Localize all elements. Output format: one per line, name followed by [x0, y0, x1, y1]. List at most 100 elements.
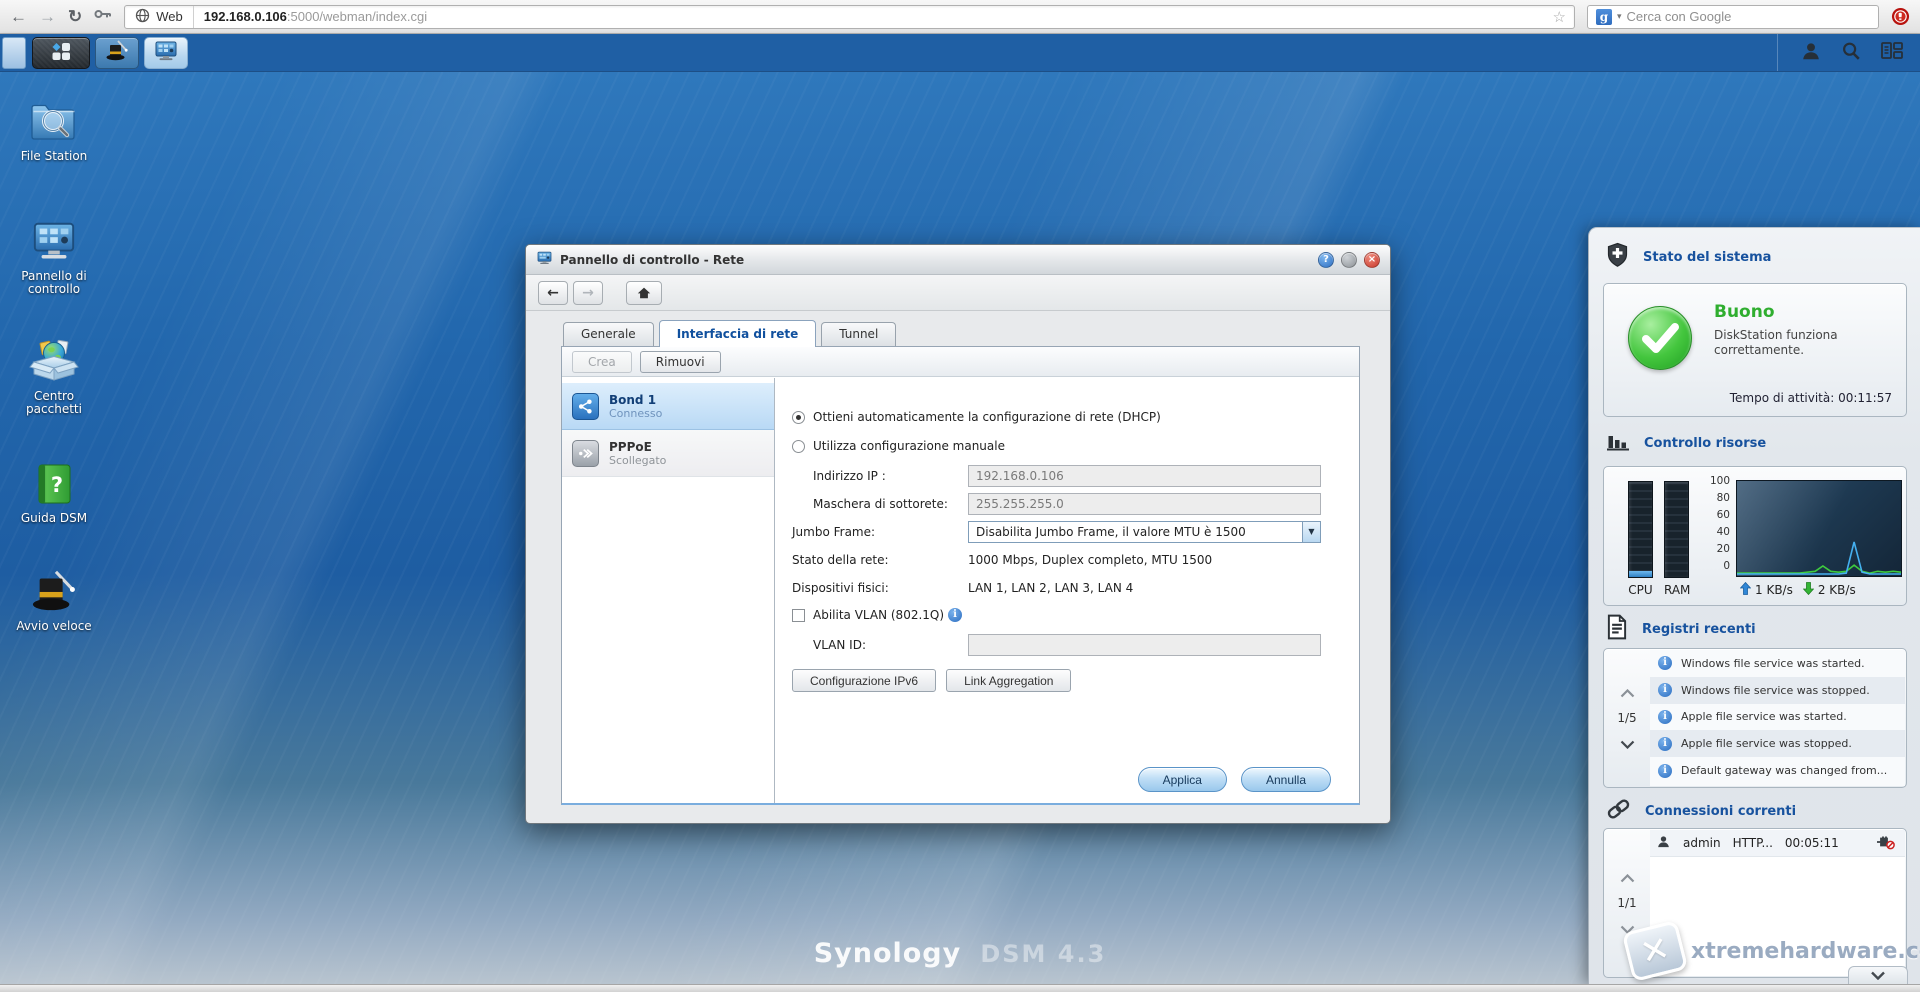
ram-label: RAM	[1664, 583, 1689, 597]
window-minimize-button[interactable]	[1341, 252, 1357, 268]
desktop-icon-quick-start[interactable]: Avvio veloce	[8, 564, 100, 633]
system-status-description: DiskStation funziona correttamente.	[1714, 328, 1884, 358]
adblock-icon[interactable]	[1891, 7, 1910, 26]
vlan-info-icon[interactable]: i	[948, 608, 962, 622]
bond-interface-icon	[572, 393, 599, 420]
log-entry[interactable]: i Apple file service was started.	[1650, 704, 1905, 731]
network-status-value: 1000 Mbps, Duplex completo, MTU 1500	[968, 553, 1212, 567]
network-status-label: Stato della rete:	[792, 553, 968, 567]
window-home-button[interactable]	[626, 281, 662, 305]
apply-button[interactable]: Applica	[1138, 767, 1227, 792]
link-aggregation-button[interactable]: Link Aggregation	[946, 669, 1071, 692]
remove-button[interactable]: Rimuovi	[640, 351, 721, 373]
tab-interfaccia-di-rete[interactable]: Interfaccia di rete	[659, 320, 817, 347]
jumbo-frame-select[interactable]: Disabilita Jumbo Frame, il valore MTU è …	[968, 521, 1321, 543]
dhcp-radio-label: Ottieni automaticamente la configurazion…	[813, 410, 1161, 424]
window-body: Generale Interfaccia di rete Tunnel Crea…	[561, 319, 1360, 805]
info-icon: i	[1658, 764, 1672, 778]
connections-header: Connessioni correnti	[1605, 798, 1796, 824]
resource-monitor-header: Controllo risorse	[1605, 430, 1766, 456]
tab-generale[interactable]: Generale	[563, 322, 654, 346]
window-forward-button[interactable]: →	[573, 281, 603, 305]
pager-up-icon[interactable]	[1620, 683, 1635, 702]
site-identity[interactable]: Web	[131, 6, 194, 28]
url-bar[interactable]: Web 192.168.0.106:5000/webman/index.cgi …	[124, 5, 1575, 29]
log-entries: i Windows file service was started. i Wi…	[1650, 650, 1905, 786]
user-icon[interactable]	[1800, 40, 1822, 62]
interface-name: Bond 1	[609, 393, 662, 407]
package-center-icon	[8, 334, 100, 384]
log-entry[interactable]: i Windows file service was stopped.	[1650, 677, 1905, 704]
log-entry[interactable]: i Windows file service was started.	[1650, 650, 1905, 677]
log-entry[interactable]: i Apple file service was stopped.	[1650, 730, 1905, 757]
ip-row: Indirizzo IP : 192.168.0.106	[792, 464, 1359, 488]
synology-logo: Synology	[814, 938, 962, 969]
search-engine-caret-icon[interactable]: ▾	[1617, 11, 1622, 22]
pager-down-icon[interactable]	[1620, 734, 1635, 753]
resource-monitor-title: Controllo risorse	[1644, 436, 1766, 451]
recent-logs-title: Registri recenti	[1642, 622, 1756, 637]
ipv6-config-button[interactable]: Configurazione IPv6	[792, 669, 936, 692]
desktop-icon-file-station[interactable]: File Station	[8, 94, 100, 163]
logs-pager: 1/5	[1604, 649, 1650, 787]
log-document-icon	[1605, 614, 1629, 644]
subnet-input[interactable]: 255.255.255.0	[968, 493, 1321, 515]
connection-protocol: HTTP...	[1733, 836, 1773, 850]
upload-arrow-icon	[1740, 582, 1751, 598]
browser-back-icon[interactable]: ←	[10, 8, 27, 25]
log-entry[interactable]: i Default gateway was changed from...	[1650, 757, 1905, 784]
vlan-checkbox[interactable]	[792, 609, 805, 622]
pager-down-icon[interactable]	[1620, 919, 1635, 938]
connections-pager-value: 1/1	[1617, 896, 1636, 910]
desktop-icon-control-panel[interactable]: Pannello di controllo	[8, 214, 100, 296]
upload-rate: 1 KB/s	[1755, 583, 1793, 597]
manual-config-radio[interactable]	[792, 440, 805, 453]
connection-row[interactable]: admin HTTP... 00:05:11	[1650, 830, 1905, 857]
screen: ← → ↻ Web 192.168.0.106:5000/webman/inde…	[0, 0, 1920, 992]
interface-item-pppoe[interactable]: PPPoE Scollegato	[562, 430, 774, 477]
browser-forward-icon[interactable]: →	[39, 8, 56, 25]
dhcp-radio-row: Ottieni automaticamente la configurazion…	[792, 406, 1359, 428]
url-input[interactable]: 192.168.0.106:5000/webman/index.cgi	[194, 9, 1551, 24]
window-close-button[interactable]: ×	[1364, 252, 1380, 268]
jumbo-frame-selected-value: Disabilita Jumbo Frame, il valore MTU è …	[976, 525, 1246, 539]
vlan-id-row: VLAN ID:	[792, 633, 1359, 657]
select-dropdown-icon[interactable]: ▼	[1302, 522, 1320, 542]
window-back-button[interactable]: ←	[538, 281, 568, 305]
show-desktop-button[interactable]	[2, 37, 26, 69]
download-rate: 2 KB/s	[1818, 583, 1856, 597]
key-icon[interactable]	[94, 7, 112, 26]
search-icon[interactable]	[1840, 40, 1862, 62]
url-path: :5000/webman/index.cgi	[287, 9, 427, 24]
y-tick-80: 80	[1702, 492, 1730, 504]
vlan-checkbox-label: Abilita VLAN (802.1Q)	[813, 608, 944, 622]
physical-devices-label: Dispositivi fisici:	[792, 581, 968, 595]
cancel-button[interactable]: Annulla	[1241, 767, 1331, 792]
disconnect-icon[interactable]	[1875, 834, 1895, 853]
dhcp-radio[interactable]	[792, 411, 805, 424]
search-bar[interactable]: g ▾ Cerca con Google	[1587, 5, 1879, 29]
control-panel-taskbar-button[interactable]	[144, 37, 188, 69]
vlan-id-input[interactable]	[968, 634, 1321, 656]
ip-input[interactable]: 192.168.0.106	[968, 465, 1321, 487]
create-button[interactable]: Crea	[572, 351, 632, 373]
browser-reload-icon[interactable]: ↻	[68, 8, 82, 25]
tab-tunnel[interactable]: Tunnel	[821, 322, 896, 346]
desktop-icon-package-center[interactable]: Centro pacchetti	[8, 334, 100, 416]
dsm-branding: Synology DSM 4.3	[814, 938, 1107, 969]
pager-up-icon[interactable]	[1620, 868, 1635, 887]
log-text: Windows file service was started.	[1681, 657, 1865, 670]
main-menu-button[interactable]	[32, 37, 90, 69]
quick-start-taskbar-button[interactable]	[95, 37, 139, 69]
ram-meter	[1664, 481, 1689, 578]
window-help-button[interactable]: ?	[1318, 252, 1334, 268]
interface-item-bond1[interactable]: Bond 1 Connesso	[562, 383, 774, 430]
panel-collapse-button[interactable]	[1848, 966, 1908, 984]
desktop-icon-dsm-help[interactable]: ? Guida DSM	[8, 456, 100, 525]
pilot-view-icon[interactable]	[1880, 40, 1902, 62]
window-titlebar[interactable]: Pannello di controllo - Rete ? ×	[526, 245, 1390, 275]
url-host: 192.168.0.106	[204, 9, 287, 24]
status-ok-icon	[1628, 306, 1692, 370]
bookmark-star-icon[interactable]: ☆	[1551, 8, 1568, 26]
file-station-icon	[8, 94, 100, 144]
